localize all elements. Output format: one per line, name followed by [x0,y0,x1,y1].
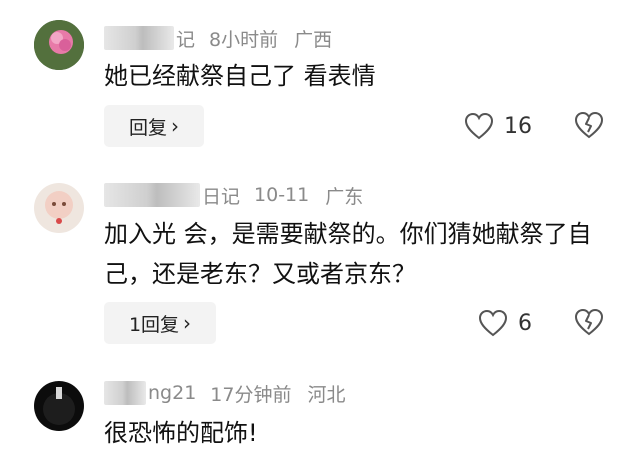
reply-label: 1回复 [128,313,180,336]
heart-outline-icon [478,309,508,337]
location: 河北 [307,383,346,406]
broken-heart-outline-icon [574,111,604,139]
username[interactable]: 日记 [202,182,240,209]
timestamp: 10-11 [254,184,310,206]
timestamp: 17分钟前 [210,383,292,406]
timestamp: 8小时前 [209,28,279,51]
heart-outline-icon [464,112,494,140]
location: 广东 [325,185,364,208]
avatar[interactable] [34,20,84,70]
chevron-right-icon: › [183,311,192,335]
like-count: 16 [504,113,532,139]
username-mask [104,183,200,207]
location: 广西 [294,28,333,51]
avatar[interactable] [34,183,84,233]
username[interactable]: 记 [176,25,195,52]
like-count: 6 [518,310,532,336]
comment-meta: ng21 17分钟前 河北 [104,378,345,408]
broken-heart-outline-icon [574,308,604,336]
dislike-button[interactable] [574,111,604,141]
comment-text: 加入光 会，是需要献祭的。你们猜她献祭了自己，还是老东？又或者京东？ [104,220,592,288]
username-mask [104,381,146,405]
comment-meta: 日记 10-11 广东 [104,180,363,210]
comment-text: 她已经献祭自己了 看表情 [104,62,376,90]
like-button[interactable]: 16 [464,111,532,141]
dislike-button[interactable] [574,308,604,338]
reply-button[interactable]: 回复 › [104,105,204,147]
like-button[interactable]: 6 [478,308,532,338]
username-mask [104,26,174,50]
comment-meta: 记 8小时前 广西 [104,23,332,53]
avatar[interactable] [34,381,84,431]
reply-button[interactable]: 1回复 › [104,302,216,344]
reply-label: 回复 [128,116,167,139]
comment-text: 很恐怖的配饰! [104,419,258,447]
username[interactable]: ng21 [148,382,196,404]
chevron-right-icon: › [171,114,179,138]
